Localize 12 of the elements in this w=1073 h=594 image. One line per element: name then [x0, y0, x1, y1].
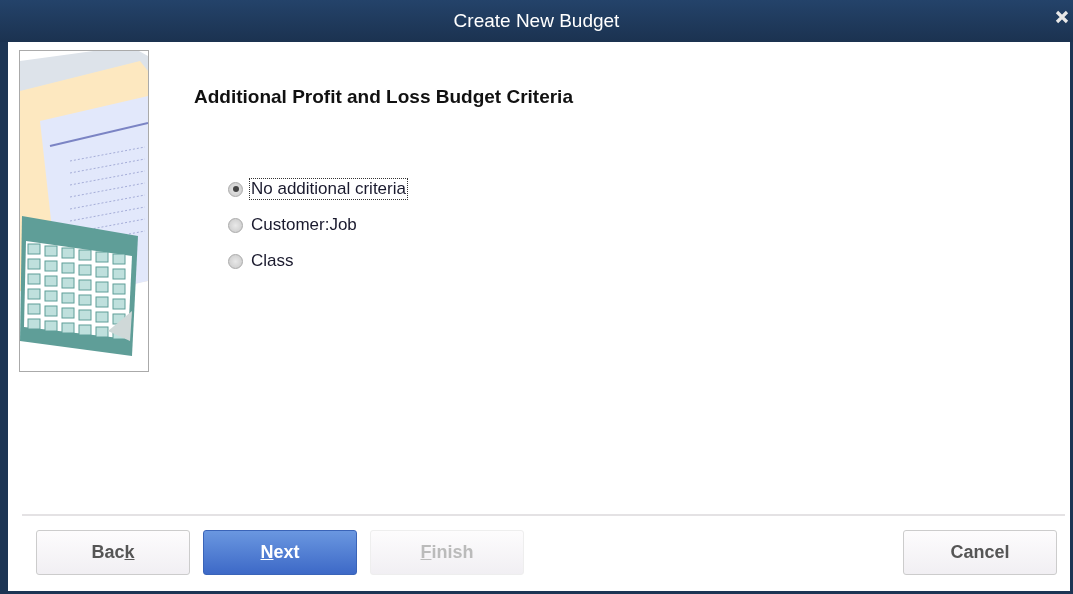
wizard-button[interactable]: Back [36, 530, 190, 575]
radio-button[interactable] [228, 253, 243, 269]
page-heading: Additional Profit and Loss Budget Criteria [194, 86, 573, 108]
wizard-button[interactable]: Cancel [903, 530, 1057, 575]
window-title: Create New Budget [453, 10, 620, 32]
radio-button[interactable] [228, 181, 243, 197]
radio-option[interactable]: Class [228, 250, 573, 272]
close-icon[interactable] [1055, 10, 1069, 24]
radio-option[interactable]: Customer:Job [228, 214, 573, 236]
wizard-button[interactable]: Next [203, 530, 357, 575]
radio-button[interactable] [228, 217, 243, 233]
radio-option[interactable]: No additional criteria [228, 178, 573, 200]
